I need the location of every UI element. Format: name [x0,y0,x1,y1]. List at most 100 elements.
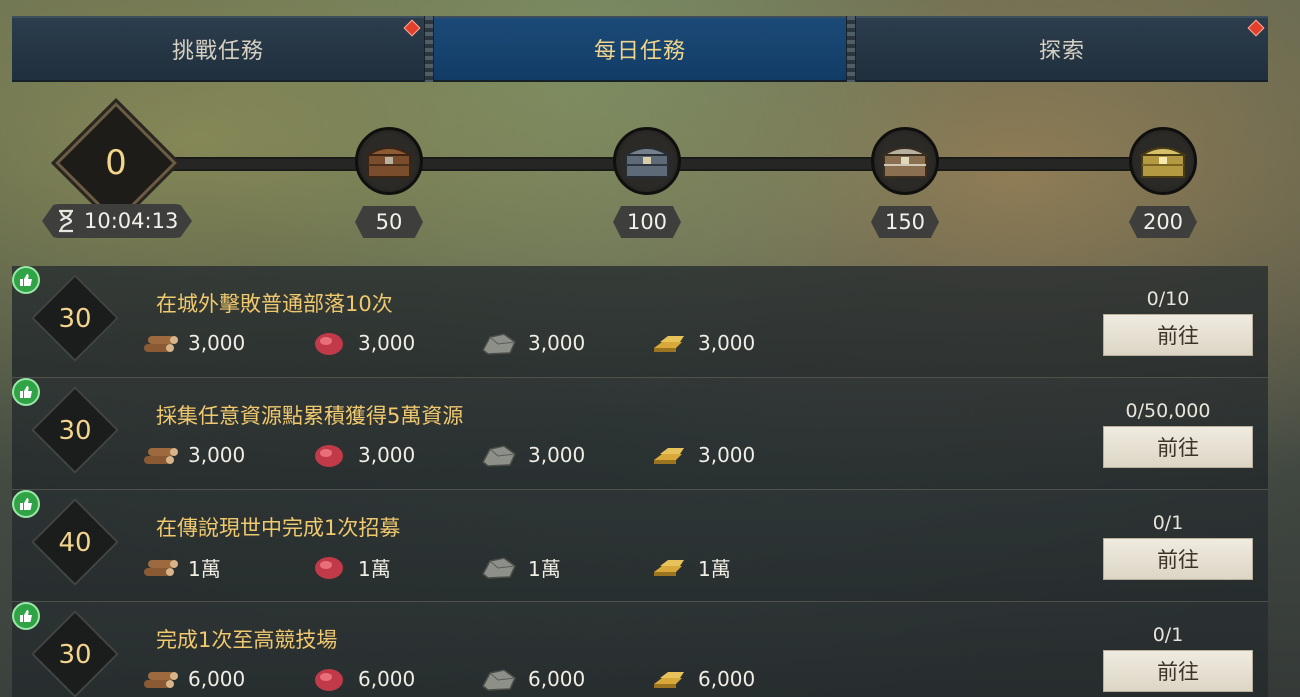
reward-gold: 3,000 [650,326,755,360]
reward-wood: 3,000 [140,326,245,360]
reward-wood: 3,000 [140,438,245,472]
reward-wood: 1萬 [140,550,221,584]
thumbs-up-icon [12,378,40,406]
stone-icon [482,445,516,467]
reward-meat: 3,000 [310,326,415,360]
reward-gold: 6,000 [650,662,755,696]
reward-stone: 1萬 [480,550,561,584]
task-list: 30 在城外擊敗普通部落10次 3,000 3,000 3,000 3,000 … [12,266,1268,697]
tab-divider [846,16,856,82]
task-points: 30 [58,304,92,334]
task-progress: 0/50,000 [1125,400,1211,422]
alert-dot-icon [1247,19,1265,37]
reward-amount: 3,000 [358,443,416,467]
reward-amount: 3,000 [698,443,756,467]
task-title: 完成1次至高競技場 [156,628,338,652]
alert-dot-icon [403,19,421,37]
task-row: 30 完成1次至高競技場 6,000 6,000 6,000 6,000 0/1… [12,602,1268,697]
tab-label: 挑戰任務 [171,39,264,64]
reward-meat: 1萬 [310,550,391,584]
tab-label: 探索 [1038,39,1085,64]
reward-amount: 3,000 [358,331,416,355]
thumbs-up-icon [12,490,40,518]
milestone-chest-150[interactable] [871,127,939,195]
milestone-threshold-150: 150 [871,206,939,238]
milestone-threshold-200: 200 [1129,206,1197,238]
wooden-chest-icon [365,147,413,178]
tab-challenge-tasks[interactable]: 挑戰任務 [12,16,424,82]
wood-icon [144,336,178,352]
reward-stone: 3,000 [480,438,585,472]
tab-explore[interactable]: 探索 [856,16,1268,82]
gold-bar-icon [654,448,684,464]
milestone-threshold-50: 50 [355,206,423,238]
reward-amount: 1萬 [358,556,391,581]
gold-bar-icon [654,560,684,576]
go-button[interactable]: 前往 [1103,650,1253,692]
stone-icon [482,333,516,355]
go-button[interactable]: 前往 [1103,538,1253,580]
task-row: 30 採集任意資源點累積獲得5萬資源 3,000 3,000 3,000 3,0… [12,378,1268,490]
reward-amount: 3,000 [188,331,246,355]
task-row: 30 在城外擊敗普通部落10次 3,000 3,000 3,000 3,000 … [12,266,1268,378]
reward-amount: 3,000 [528,331,586,355]
task-title: 在傳說現世中完成1次招募 [156,516,401,540]
reward-meat: 3,000 [310,438,415,472]
reward-stone: 3,000 [480,326,585,360]
task-progress: 0/1 [1152,624,1184,646]
task-progress: 0/1 [1152,512,1184,534]
task-points: 40 [58,528,92,558]
task-progress: 0/10 [1146,288,1190,310]
reward-amount: 1萬 [188,556,221,581]
task-row: 40 在傳說現世中完成1次招募 1萬 1萬 1萬 1萬 0/1 前往 [12,490,1268,602]
task-points: 30 [58,640,92,670]
gold-chest-icon [1139,147,1187,178]
reward-gold: 1萬 [650,550,731,584]
gold-bar-icon [654,336,684,352]
reward-amount: 6,000 [188,667,246,691]
wood-icon [144,672,178,688]
meat-icon [315,333,343,355]
tab-divider [424,16,434,82]
milestone-chest-200[interactable] [1129,127,1197,195]
wood-icon [144,448,178,464]
task-title: 在城外擊敗普通部落10次 [156,292,393,316]
meat-icon [315,557,343,579]
go-button[interactable]: 前往 [1103,426,1253,468]
thumbs-up-icon [12,602,40,630]
reset-timer: 10:04:13 [42,204,192,238]
wood-icon [144,560,178,576]
milestone-chest-100[interactable] [613,127,681,195]
reward-amount: 3,000 [528,443,586,467]
task-tabs: 挑戰任務 每日任務 探索 [12,16,1268,82]
reward-amount: 6,000 [358,667,416,691]
reward-amount: 1萬 [698,556,731,581]
meat-icon [315,669,343,691]
reward-amount: 6,000 [528,667,586,691]
reward-wood: 6,000 [140,662,245,696]
reward-amount: 3,000 [188,443,246,467]
reward-gold: 3,000 [650,438,755,472]
stone-icon [482,669,516,691]
meat-icon [315,445,343,467]
activity-points-value: 0 [105,143,127,183]
thumbs-up-icon [12,266,40,294]
task-points: 30 [58,416,92,446]
iron-chest-icon [623,147,671,178]
milestone-threshold-100: 100 [613,206,681,238]
gold-bar-icon [654,672,684,688]
go-button[interactable]: 前往 [1103,314,1253,356]
silver-chest-icon [881,147,929,178]
reward-stone: 6,000 [480,662,585,696]
reward-amount: 6,000 [698,667,756,691]
milestone-chest-50[interactable] [355,127,423,195]
reward-amount: 3,000 [698,331,756,355]
stone-icon [482,557,516,579]
tab-label: 每日任務 [593,39,686,64]
hourglass-icon [59,209,73,233]
reward-amount: 1萬 [528,556,561,581]
timer-text: 10:04:13 [84,209,179,233]
reward-meat: 6,000 [310,662,415,696]
task-title: 採集任意資源點累積獲得5萬資源 [156,404,464,428]
tab-daily-tasks[interactable]: 每日任務 [434,16,846,82]
